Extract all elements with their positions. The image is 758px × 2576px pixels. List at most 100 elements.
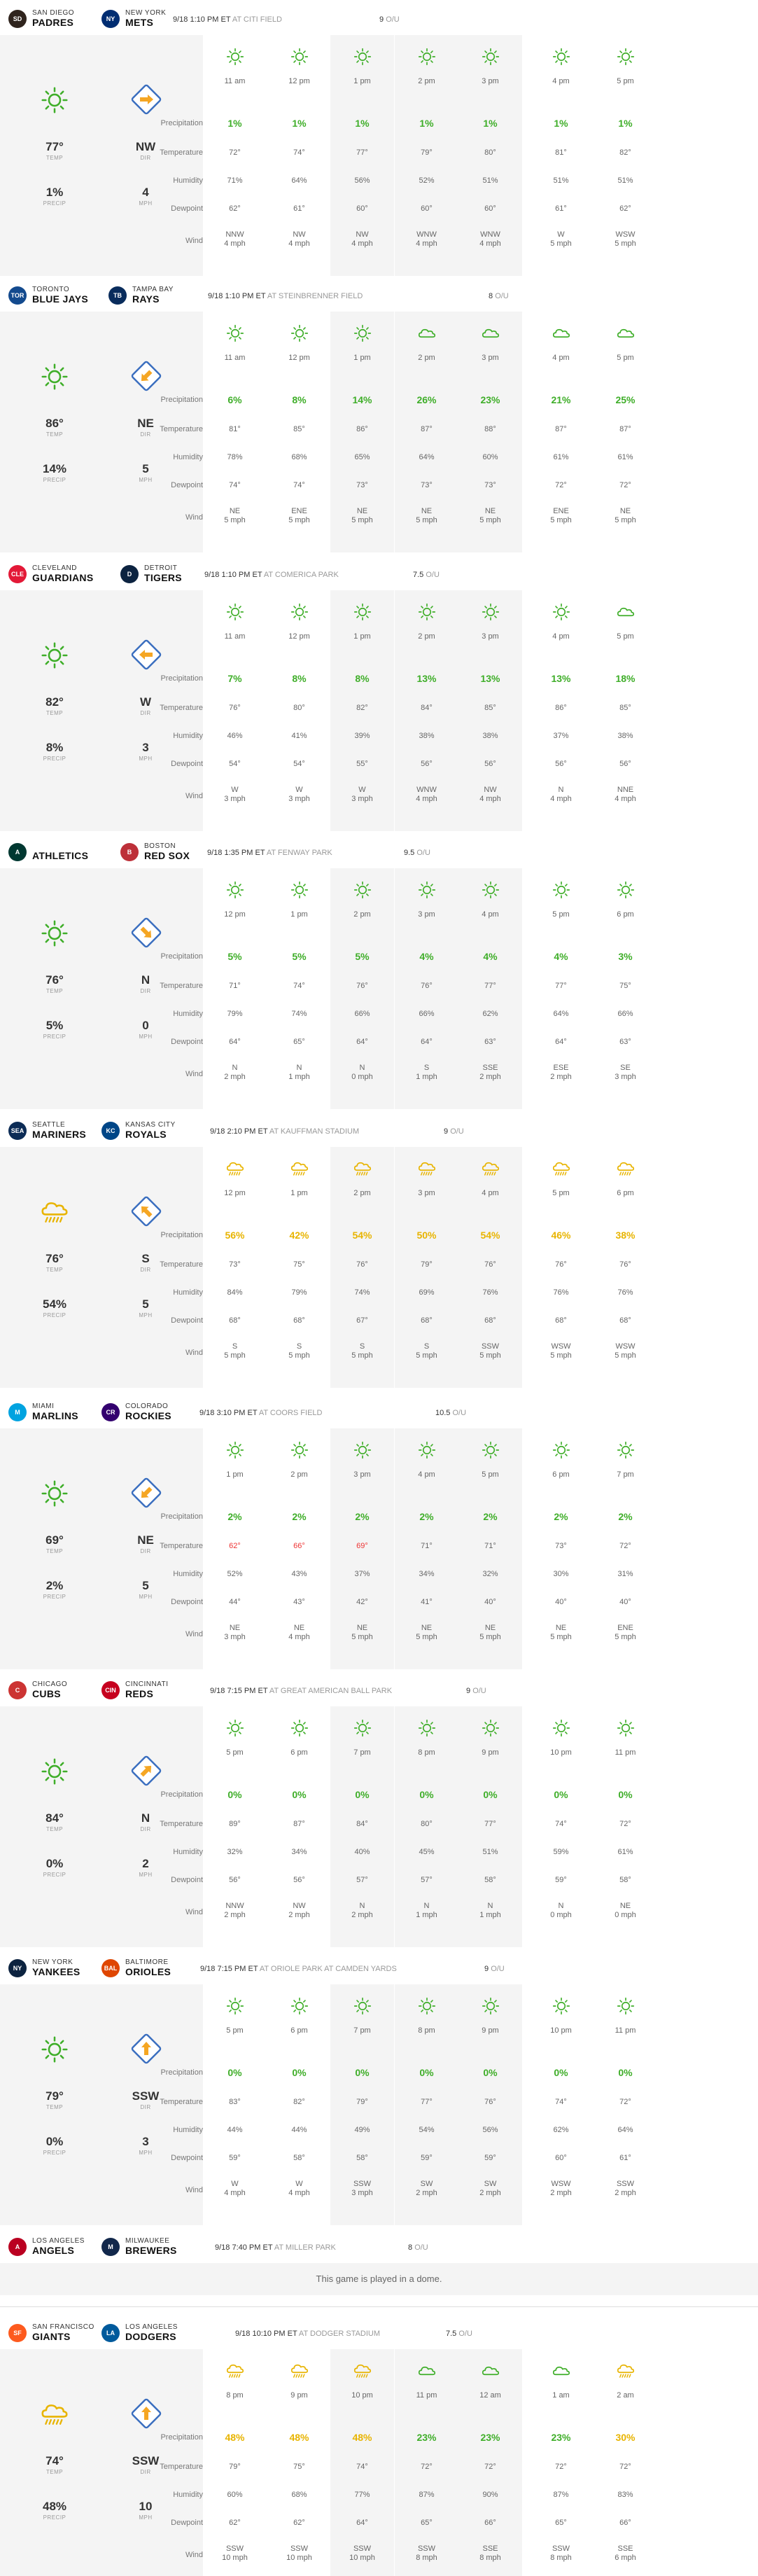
game-time-text: 9/18 1:10 PM ET [208,292,266,300]
summary-temp: 84° [45,1811,64,1825]
hour-weather [480,2360,501,2381]
home-team-city: MILWAUKEE [125,2237,170,2245]
precip-value: 1% [483,118,498,129]
game-time: 9/18 1:35 PM ET AT FENWAY PARK [207,849,332,857]
humidity-value: 49% [354,2126,370,2134]
hour-column: 11 am 7% 76° 46% 54° W 3 mph [203,590,267,831]
temp-value: 80° [421,1820,433,1828]
wind-speed-value: 4 mph [224,2189,246,2197]
hour-column: 10 pm 0% 74° 59% 59° N 0 mph [529,1706,593,1947]
sun-icon [353,1441,372,1459]
hour-label: 12 am [479,2391,501,2400]
sun-icon [226,324,244,342]
wind-speed-value: 4 mph [288,2189,310,2197]
precip-value: 0% [227,2067,242,2078]
humidity-value: 64% [617,2126,633,2134]
wind-dir-value: W [557,230,565,239]
hour-label: 12 pm [288,77,310,85]
precip-value: 18% [615,673,636,684]
hour-column: 4 pm 54% 76° 76% 68° SSW 5 mph [458,1147,522,1388]
wind-speed-value: 1 mph [479,1911,501,1919]
summary-precip-label: PRECIP [43,1594,66,1600]
hour-label: 5 pm [226,2026,244,2035]
wind-speed-value: 5 mph [615,239,636,248]
hour-label: 3 pm [418,1189,435,1197]
dewpoint-value: 41° [421,1598,433,1606]
wind-dir-value: WSW [615,1342,636,1351]
sun-icon [418,603,436,621]
game-time: 9/18 10:10 PM ET AT DODGER STADIUM [235,2330,380,2338]
sun-icon [290,1719,309,1737]
hour-column: 6 pm 38% 76° 76% 68° WSW 5 mph [594,1147,657,1388]
rain-icon [418,1162,436,1176]
hour-label: 4 pm [482,910,499,919]
temp-value: 76° [555,1260,567,1269]
hourly-grid: 8 pm 48% 79° 60% 62° SSW 10 mph 9 pm 48% 75° 68% 62… [203,2349,758,2576]
temp-value: 77° [484,1820,496,1828]
hour-weather [289,46,310,67]
temp-value: 72° [555,2463,567,2471]
summary-precip: 2% [45,1579,64,1592]
summary-weather [38,1196,71,1228]
wind-speed-value: 2 mph [416,2189,437,2197]
humidity-value: 68% [291,453,307,461]
away-team-city: CLEVELAND [32,564,77,572]
precip-value: 0% [292,1789,307,1800]
wind-speed-value: 5 mph [288,516,310,524]
hour-weather [289,601,310,622]
sun-icon [353,1997,372,2015]
temp-value: 62° [229,1542,241,1550]
dewpoint-value: 72° [555,481,567,489]
hour-weather [352,1718,373,1739]
hour-label: 1 pm [226,1470,244,1479]
dewpoint-value: 64° [229,1038,241,1046]
game-header: M MIAMI MARLINS CR COLORADO ROCKIES 9/18 3:10 … [0,1393,758,1428]
wind-dir-value: NE [484,507,496,515]
wind-dir-value: N [487,1902,493,1910]
rain-icon [353,1162,372,1176]
dewpoint-value: 54° [293,760,305,768]
hour-weather [225,1996,246,2017]
cloud-icon [617,607,635,617]
rain-icon [41,1202,68,1223]
row-label-precip: Precipitation [160,1790,203,1799]
temp-value: 79° [421,1260,433,1269]
sun-icon [41,363,68,390]
over-under-value: 10.5 [435,1409,451,1417]
row-label-humidity: Humidity [173,1010,203,1018]
hour-label: 1 pm [353,632,371,641]
sun-icon [290,881,309,899]
summary-wind-mph: 5 [142,1297,149,1311]
sun-icon [41,1758,68,1785]
temp-value: 77° [421,2098,433,2106]
hour-label: 9 pm [290,2391,308,2400]
row-label-dewpoint: Dewpoint [171,1876,203,1884]
temp-value: 76° [356,982,368,990]
home-team-name: ROCKIES [125,1410,171,1421]
wind-speed-value: 2 mph [479,1073,501,1081]
sun-icon [353,881,372,899]
dewpoint-value: 62° [619,204,631,213]
humidity-value: 32% [227,1848,243,1856]
hour-column: 9 pm 0% 76° 56% 59° SW 2 mph [458,1984,522,2225]
wind-speed-value: 10 mph [222,2554,248,2562]
dewpoint-value: 72° [619,481,631,489]
row-label-wind: Wind [185,2186,203,2194]
temp-value: 72° [421,2463,433,2471]
precip-value: 23% [551,2432,571,2443]
wind-dir-value: NE [619,507,631,515]
game-header: CLE CLEVELAND GUARDIANS D DETROIT TIGERS 9/18 … [0,555,758,590]
summary-precip-label: PRECIP [43,2514,66,2521]
hour-column: 4 pm 2% 71° 34% 41° NE 5 mph [395,1428,458,1669]
game-time-text: 9/18 7:15 PM ET [200,1965,258,1973]
humidity-value: 87% [419,2491,435,2499]
hour-column: 1 pm 1% 77° 56% 60° NW 4 mph [330,35,394,276]
hour-weather [225,1158,246,1179]
summary-temp: 79° [45,2089,64,2103]
temp-value: 74° [555,2098,567,2106]
rain-icon [41,2404,68,2425]
wind-dir-value: SSW [353,2180,372,2188]
precip-value: 0% [483,1789,498,1800]
dewpoint-value: 59° [229,2154,241,2162]
hour-column: 7 pm 2% 72° 31% 40° ENE 5 mph [594,1428,657,1669]
